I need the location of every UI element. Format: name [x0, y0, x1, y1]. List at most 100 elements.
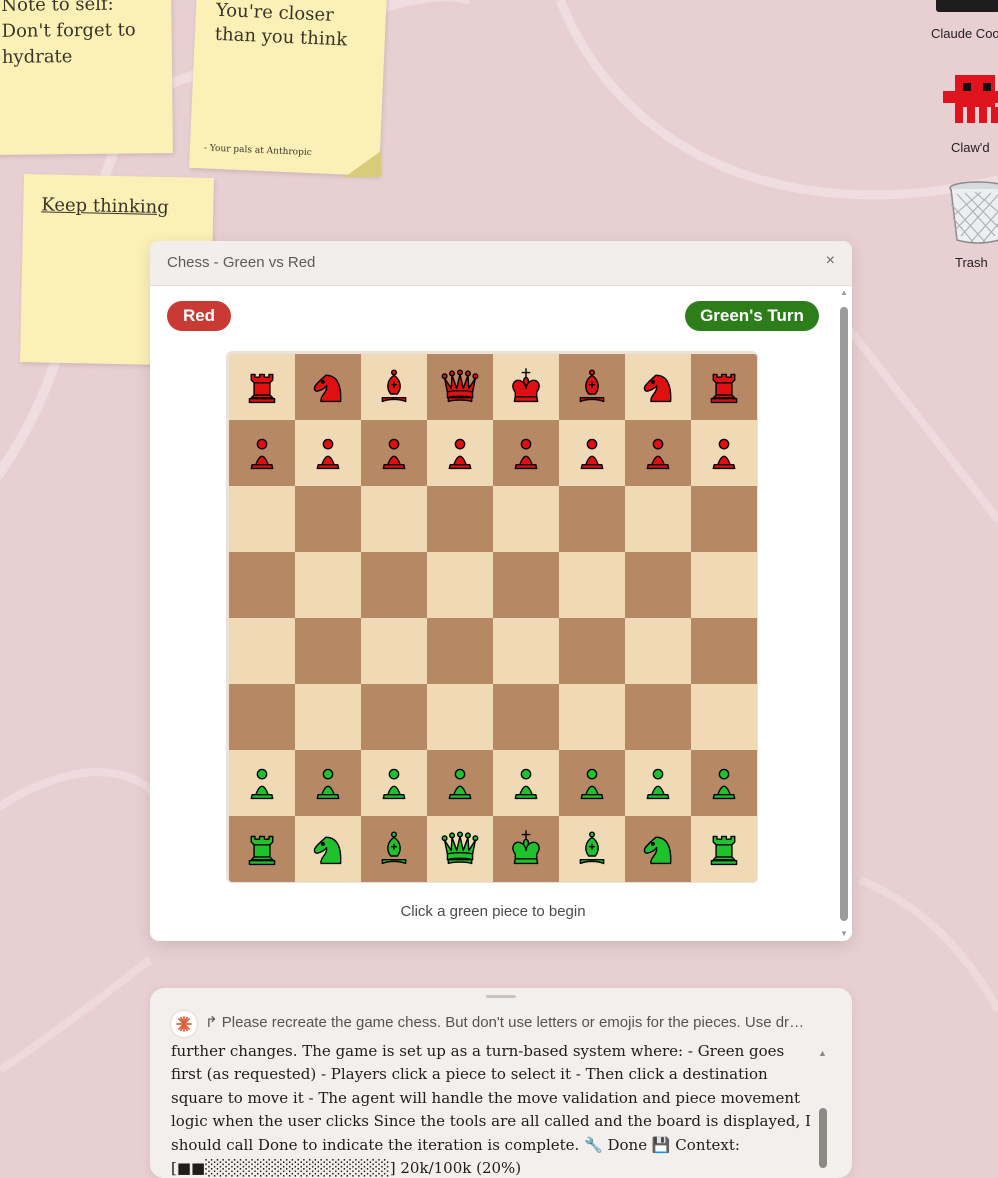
scrollbar-thumb[interactable] [819, 1108, 827, 1168]
green-pawn-icon[interactable] [439, 762, 481, 804]
square-a6[interactable] [229, 486, 295, 552]
green-rook-icon[interactable] [703, 828, 745, 870]
square-g6[interactable] [625, 486, 691, 552]
green-king-icon[interactable] [505, 828, 547, 870]
red-pawn-icon[interactable] [241, 432, 283, 474]
square-h2[interactable] [691, 750, 757, 816]
square-c5[interactable] [361, 552, 427, 618]
square-c6[interactable] [361, 486, 427, 552]
square-c8[interactable] [361, 354, 427, 420]
red-queen-icon[interactable] [439, 366, 481, 408]
square-e5[interactable] [493, 552, 559, 618]
square-b4[interactable] [295, 618, 361, 684]
square-h4[interactable] [691, 618, 757, 684]
square-g3[interactable] [625, 684, 691, 750]
green-pawn-icon[interactable] [637, 762, 679, 804]
drag-handle[interactable] [486, 995, 516, 998]
square-f1[interactable] [559, 816, 625, 882]
green-pawn-icon[interactable] [571, 762, 613, 804]
desktop-icon-trash[interactable]: Trash [938, 180, 998, 270]
green-queen-icon[interactable] [439, 828, 481, 870]
window-scrollbar[interactable]: ▲ ▼ [838, 285, 852, 941]
square-e6[interactable] [493, 486, 559, 552]
red-rook-icon[interactable] [703, 366, 745, 408]
square-a8[interactable] [229, 354, 295, 420]
red-pawn-icon[interactable] [505, 432, 547, 474]
square-b7[interactable] [295, 420, 361, 486]
square-f3[interactable] [559, 684, 625, 750]
square-d5[interactable] [427, 552, 493, 618]
close-icon[interactable]: × [826, 252, 835, 270]
square-e7[interactable] [493, 420, 559, 486]
square-d4[interactable] [427, 618, 493, 684]
red-knight-icon[interactable] [637, 366, 679, 408]
red-pawn-icon[interactable] [571, 432, 613, 474]
square-a5[interactable] [229, 552, 295, 618]
red-rook-icon[interactable] [241, 366, 283, 408]
square-g1[interactable] [625, 816, 691, 882]
square-b2[interactable] [295, 750, 361, 816]
scrollbar-thumb[interactable] [840, 307, 848, 921]
green-rook-icon[interactable] [241, 828, 283, 870]
green-pawn-icon[interactable] [703, 762, 745, 804]
square-f8[interactable] [559, 354, 625, 420]
square-h7[interactable] [691, 420, 757, 486]
green-bishop-icon[interactable] [373, 828, 415, 870]
square-e4[interactable] [493, 618, 559, 684]
red-pawn-icon[interactable] [373, 432, 415, 474]
square-g5[interactable] [625, 552, 691, 618]
red-king-icon[interactable] [505, 366, 547, 408]
square-b8[interactable] [295, 354, 361, 420]
square-a7[interactable] [229, 420, 295, 486]
sticky-note-hydrate[interactable]: Note to self: Don't forget to hydrate [0, 0, 173, 155]
square-h5[interactable] [691, 552, 757, 618]
square-c1[interactable] [361, 816, 427, 882]
square-d3[interactable] [427, 684, 493, 750]
red-knight-icon[interactable] [307, 366, 349, 408]
square-d6[interactable] [427, 486, 493, 552]
square-b6[interactable] [295, 486, 361, 552]
square-g7[interactable] [625, 420, 691, 486]
scroll-down-arrow-icon[interactable]: ▼ [840, 929, 848, 938]
red-pawn-icon[interactable] [703, 432, 745, 474]
square-e1[interactable] [493, 816, 559, 882]
square-e8[interactable] [493, 354, 559, 420]
square-g4[interactable] [625, 618, 691, 684]
square-c3[interactable] [361, 684, 427, 750]
square-e3[interactable] [493, 684, 559, 750]
square-c2[interactable] [361, 750, 427, 816]
square-f2[interactable] [559, 750, 625, 816]
red-pawn-icon[interactable] [307, 432, 349, 474]
square-f6[interactable] [559, 486, 625, 552]
square-a1[interactable] [229, 816, 295, 882]
green-pawn-icon[interactable] [373, 762, 415, 804]
square-a2[interactable] [229, 750, 295, 816]
square-c4[interactable] [361, 618, 427, 684]
scroll-up-arrow-icon[interactable]: ▲ [840, 288, 848, 297]
green-pawn-icon[interactable] [505, 762, 547, 804]
red-bishop-icon[interactable] [373, 366, 415, 408]
square-h8[interactable] [691, 354, 757, 420]
square-g8[interactable] [625, 354, 691, 420]
red-bishop-icon[interactable] [571, 366, 613, 408]
desktop-icon-claude-code[interactable]: Claude Coo [930, 0, 998, 41]
red-pawn-icon[interactable] [439, 432, 481, 474]
square-f7[interactable] [559, 420, 625, 486]
square-f4[interactable] [559, 618, 625, 684]
square-d8[interactable] [427, 354, 493, 420]
green-knight-icon[interactable] [637, 828, 679, 870]
sticky-note-closer[interactable]: You're closer than you think - Your pals… [189, 0, 387, 178]
green-pawn-icon[interactable] [241, 762, 283, 804]
scroll-up-arrow-icon[interactable]: ▲ [818, 1048, 827, 1058]
square-d1[interactable] [427, 816, 493, 882]
green-bishop-icon[interactable] [571, 828, 613, 870]
square-h6[interactable] [691, 486, 757, 552]
square-d7[interactable] [427, 420, 493, 486]
square-h1[interactable] [691, 816, 757, 882]
square-a3[interactable] [229, 684, 295, 750]
user-prompt-text[interactable]: ↱ Please recreate the game chess. But do… [205, 1013, 805, 1031]
square-c7[interactable] [361, 420, 427, 486]
square-d2[interactable] [427, 750, 493, 816]
desktop-icon-clawd[interactable]: Claw'd [935, 74, 998, 155]
green-pawn-icon[interactable] [307, 762, 349, 804]
